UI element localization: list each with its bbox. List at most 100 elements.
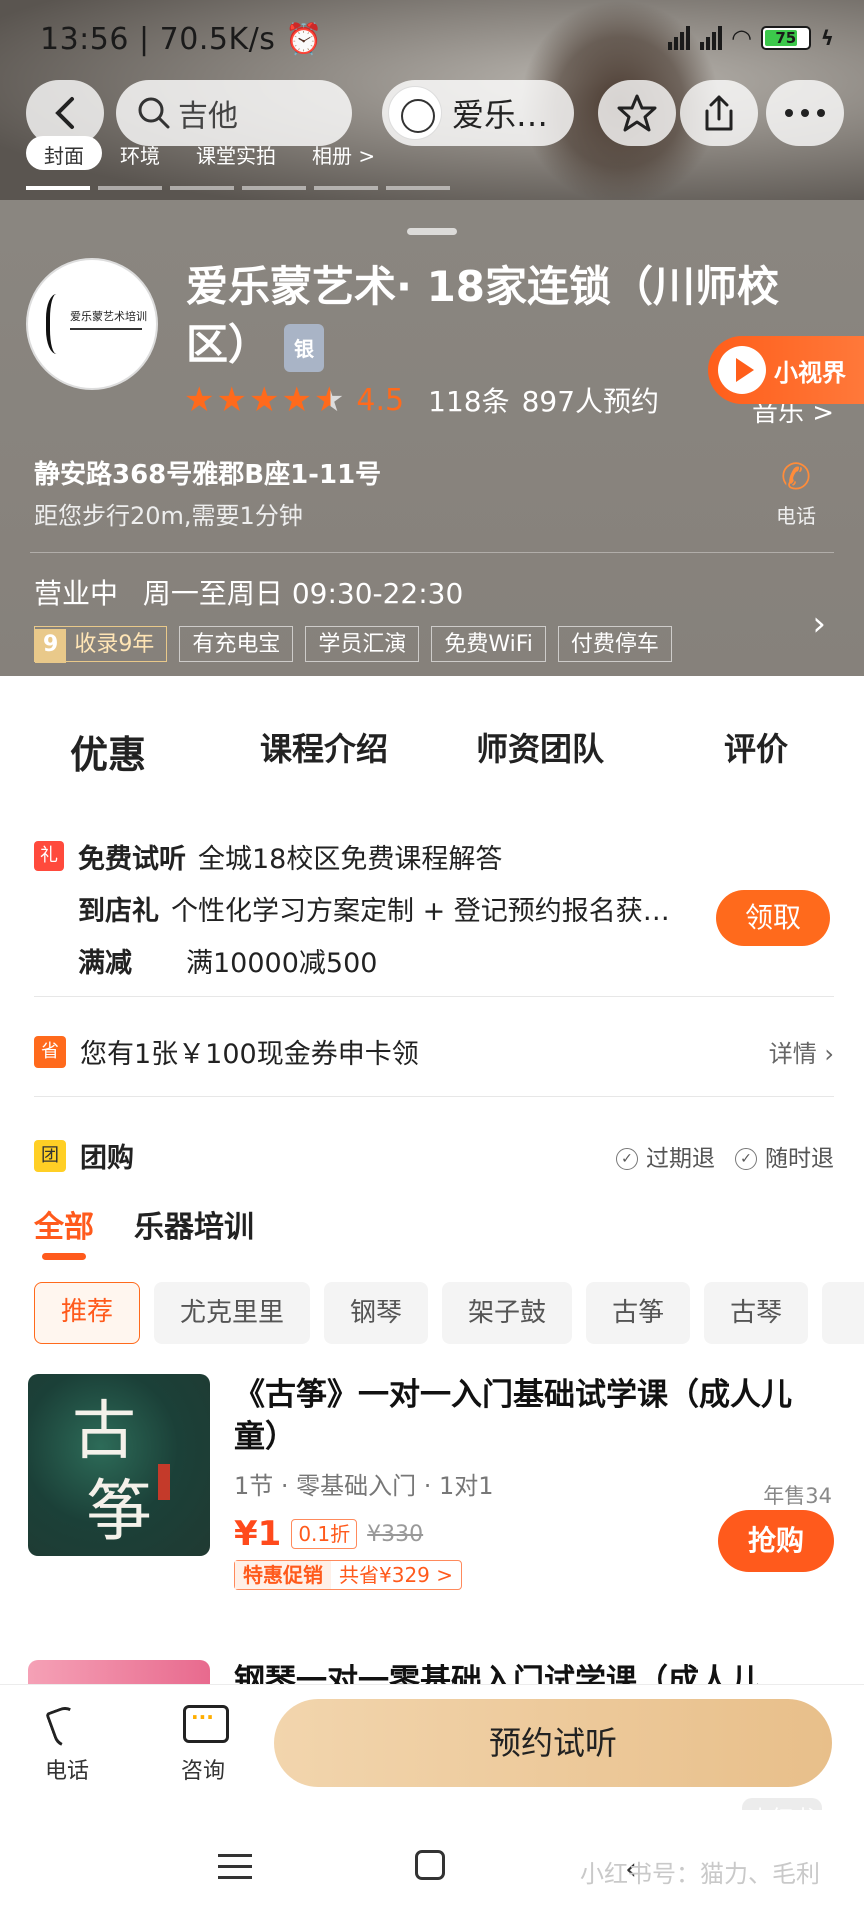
promo-text: 全城18校区免费课程解答 <box>198 843 503 875</box>
original-price: ¥330 <box>367 1521 424 1547</box>
store-logo[interactable]: 爱乐蒙艺术培训 <box>26 258 158 390</box>
thumb-char: 筝 <box>86 1473 152 1550</box>
facility-tag: 学员汇演 <box>305 626 420 662</box>
photo-tab-environment[interactable]: 环境 <box>102 136 178 170</box>
photo-tab-class[interactable]: 课堂实拍 <box>178 136 294 170</box>
review-count: 118条 <box>428 385 510 418</box>
section-tabs: 优惠 课程介绍 师资团队 评价 <box>0 724 864 785</box>
coupon-row[interactable]: 省 您有1张￥100现金券申卡领 详情 › <box>34 1032 834 1071</box>
business-hours[interactable]: 营业中 周一至周日 09:30-22:30 <box>34 572 479 612</box>
deal-thumbnail: 古 筝 <box>28 1374 210 1556</box>
chip-guzheng[interactable]: 古筝 <box>586 1282 691 1344</box>
recent-apps-icon[interactable] <box>218 1854 252 1887</box>
promo-label: 满减 <box>78 947 132 979</box>
promo-text: 满10000减500 <box>186 947 378 979</box>
video-button[interactable]: 小视界 <box>708 336 864 404</box>
more-dots-icon <box>785 109 825 117</box>
discount-badge: 0.1折 <box>291 1519 358 1549</box>
divider <box>34 996 834 997</box>
promo-row: 礼 免费试听 全城18校区免费课程解答 <box>34 830 834 882</box>
phone-icon: ✆ <box>780 457 812 498</box>
chip-drums[interactable]: 架子鼓 <box>442 1282 573 1344</box>
chevron-right-icon[interactable]: › <box>812 604 826 644</box>
coupon-detail-link[interactable]: 详情 › <box>769 1034 834 1069</box>
divider <box>30 552 834 553</box>
guarantees: ✓ 过期退 ✓ 随时退 <box>616 1139 834 1173</box>
store-short-name: 爱乐… <box>452 96 549 134</box>
call-label: 电话 <box>776 504 816 528</box>
promotions: 礼 免费试听 全城18校区免费课程解答 到店礼 个性化学习方案定制 + 登记预约… <box>34 830 834 986</box>
facility-tag: 免费WiFi <box>431 626 546 662</box>
status-bar: 13:56 | 70.5K/s ⏰ ◠ 75 ϟ <box>0 0 864 80</box>
chip-guqin[interactable]: 古琴 <box>704 1282 809 1344</box>
divider <box>34 1096 834 1097</box>
check-icon: ✓ <box>735 1148 757 1170</box>
facility-tag: 有充电宝 <box>179 626 294 662</box>
wifi-icon: ◠ <box>732 24 751 52</box>
star-icon: ★ <box>281 380 312 420</box>
facility-tags: 9 收录9年 有充电宝 学员汇演 免费WiFi 付费停车 <box>34 626 672 663</box>
save-icon: 省 <box>34 1035 66 1068</box>
years-tag: 9 收录9年 <box>34 626 168 663</box>
buy-button[interactable]: 抢购 <box>718 1510 834 1572</box>
star-icon: ★ <box>248 380 280 420</box>
booking-count: 897人预约 <box>521 385 660 418</box>
video-label: 小视界 <box>774 358 846 387</box>
annual-sales: 年售34 <box>763 1484 832 1508</box>
chip-recommended[interactable]: 推荐 <box>34 1282 141 1344</box>
tab-teachers[interactable]: 师资团队 <box>432 724 648 779</box>
chat-icon <box>179 1703 229 1747</box>
favorite-button[interactable] <box>598 80 676 146</box>
charging-icon: ϟ <box>820 26 834 50</box>
search-text: 吉他 <box>178 99 238 134</box>
store-title-pill[interactable]: 爱乐… <box>382 80 574 146</box>
logo-text: 爱乐蒙艺术培训 <box>70 310 147 323</box>
store-address[interactable]: 静安路368号雅郡B座1-11号 <box>34 454 381 491</box>
signal-icon <box>668 26 691 50</box>
store-logo-small <box>388 86 442 140</box>
gift-icon: 礼 <box>34 841 64 871</box>
sheet-handle[interactable] <box>407 228 457 235</box>
chip-ukulele[interactable]: 尤克里里 <box>154 1282 311 1344</box>
chip-more[interactable]: ​ <box>822 1282 864 1344</box>
sub-tab-all[interactable]: 全部 <box>34 1202 94 1260</box>
half-star-icon: ★ <box>313 380 345 420</box>
promo-row: 满减 满10000减500 <box>34 934 834 986</box>
consult-button[interactable]: 咨询 <box>168 1703 238 1785</box>
home-icon[interactable] <box>415 1850 445 1880</box>
tab-reviews[interactable]: 评价 <box>648 724 864 779</box>
photo-tab-album[interactable]: 相册 > <box>294 136 393 170</box>
claim-button[interactable]: 领取 <box>716 890 830 946</box>
promo-text: 个性化学习方案定制 + 登记预约报名获… <box>171 895 670 927</box>
store-header: 13:56 | 70.5K/s ⏰ ◠ 75 ϟ 吉他 爱乐… 封面 环境 课堂… <box>0 0 864 676</box>
deal-card[interactable]: 古 筝 《古筝》一对一入门基础试学课（成人儿童） 1节 · 零基础入门 · 1对… <box>28 1374 834 1590</box>
phone-button[interactable]: 电话 <box>32 1703 102 1785</box>
rating-row[interactable]: ★ ★ ★ ★ ★ 4.5 118条 897人预约 <box>184 380 659 420</box>
phone-icon <box>43 1703 91 1747</box>
sub-tab-instruments[interactable]: 乐器培训 <box>134 1202 254 1246</box>
group-icon: 团 <box>34 1139 66 1172</box>
more-button[interactable] <box>766 80 844 146</box>
share-icon <box>705 95 733 131</box>
promo-label: 免费试听 <box>78 843 186 875</box>
hours-text: 周一至周日 09:30-22:30 <box>142 577 464 610</box>
photo-pager <box>26 186 450 190</box>
guarantee-anytime-refund: ✓ 随时退 <box>735 1139 834 1173</box>
main-content: 优惠 课程介绍 师资团队 评价 礼 免费试听 全城18校区免费课程解答 到店礼 … <box>0 676 864 1706</box>
book-trial-button[interactable]: 预约试听 <box>274 1699 832 1787</box>
tab-deals[interactable]: 优惠 <box>0 724 216 785</box>
promo-label: 到店礼 <box>78 895 159 927</box>
play-icon <box>718 346 766 394</box>
call-button[interactable]: ✆ 电话 <box>768 456 824 529</box>
chip-piano[interactable]: 钢琴 <box>324 1282 429 1344</box>
coupon-text: 您有1张￥100现金券申卡领 <box>80 1039 419 1070</box>
photo-tab-cover[interactable]: 封面 <box>26 136 102 170</box>
tab-courses[interactable]: 课程介绍 <box>216 724 432 779</box>
watermark-text: 小红书号：猫力、毛利 <box>580 1860 820 1888</box>
chevron-left-icon <box>55 97 74 129</box>
search-icon <box>138 97 170 129</box>
guarantee-expired-refund: ✓ 过期退 <box>616 1139 715 1173</box>
silver-badge: 银 <box>284 323 325 372</box>
share-button[interactable] <box>680 80 758 146</box>
deal-title: 《古筝》一对一入门基础试学课（成人儿童） <box>234 1377 792 1455</box>
